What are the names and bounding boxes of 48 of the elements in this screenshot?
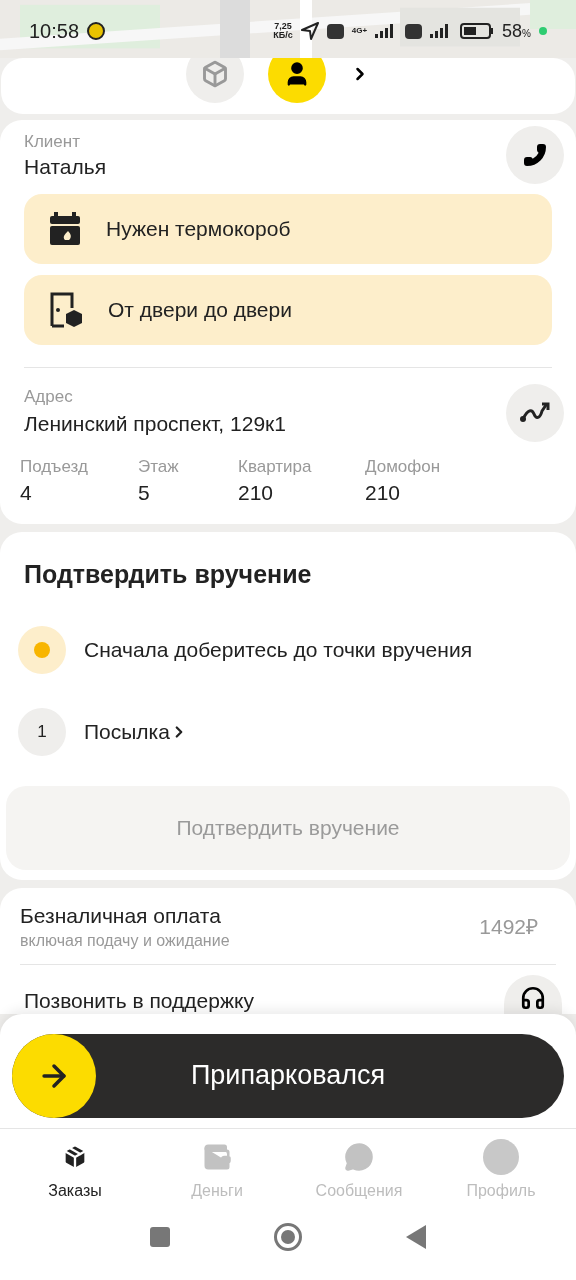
back-button[interactable]	[406, 1224, 426, 1249]
battery-level: 58%	[502, 19, 531, 43]
box-icon	[201, 60, 229, 88]
location-icon	[300, 22, 319, 40]
payment-amount: 1492₽	[479, 913, 538, 940]
section-title: Подтвердить вручение	[23, 559, 313, 590]
speech-bubble-icon	[344, 1141, 374, 1172]
battery-icon	[460, 23, 495, 39]
nav-tab[interactable]: Заказы	[15, 1138, 135, 1203]
address-label: Адрес	[24, 386, 74, 408]
nav-tab[interactable]: Профиль	[441, 1138, 561, 1203]
address-detail-label: Квартира	[238, 456, 313, 478]
address-value: Ленинский проспект, 129к1	[24, 411, 286, 437]
door-parcel-icon	[50, 292, 82, 328]
status-time: 10:58	[29, 19, 80, 44]
client-step-button[interactable]	[268, 58, 326, 103]
home-button[interactable]	[274, 1222, 302, 1251]
parcel-step-button[interactable]	[186, 58, 244, 103]
payment-subtitle: включая подачу и ожидание	[20, 930, 230, 951]
phone-icon	[523, 143, 547, 167]
address-detail-label: Этаж	[138, 456, 180, 478]
payment-title: Безналичная оплата	[20, 902, 222, 929]
network-type: 4G+	[351, 25, 368, 37]
thermobox-icon	[50, 212, 80, 246]
nav-tab[interactable]: Сообщения	[299, 1138, 419, 1203]
client-label: Клиент	[24, 132, 81, 152]
address-detail-value: 4	[20, 480, 33, 506]
address-detail-label: Домофон	[365, 456, 442, 478]
status-indicator	[18, 625, 66, 674]
address-detail-value: 5	[138, 480, 151, 506]
address-detail-value: 210	[238, 480, 275, 506]
address-detail-value: 210	[365, 480, 402, 506]
headphones-icon	[520, 984, 546, 1011]
support-text: Позвонить в поддержку	[24, 987, 254, 1014]
client-name: Наталья	[24, 154, 106, 180]
requirement-text: От двери до двери	[108, 297, 292, 324]
avatar	[483, 1138, 519, 1175]
network-speed: 7,25 КБ/с	[273, 22, 293, 40]
recents-button[interactable]	[150, 1226, 170, 1247]
support-call-button[interactable]	[504, 974, 562, 1014]
parked-slide-button[interactable]: Припарковался	[12, 1033, 564, 1118]
status-text: Сначала доберитесь до точки вручения	[84, 636, 472, 663]
nav-tab[interactable]: Деньги	[157, 1138, 277, 1203]
route-icon	[520, 401, 550, 425]
parcel-link[interactable]: Посылка	[84, 715, 188, 748]
parcel-count: 1	[18, 707, 66, 756]
address-detail-label: Подъезд	[20, 456, 89, 478]
requirement-text: Нужен термокороб	[106, 216, 291, 243]
